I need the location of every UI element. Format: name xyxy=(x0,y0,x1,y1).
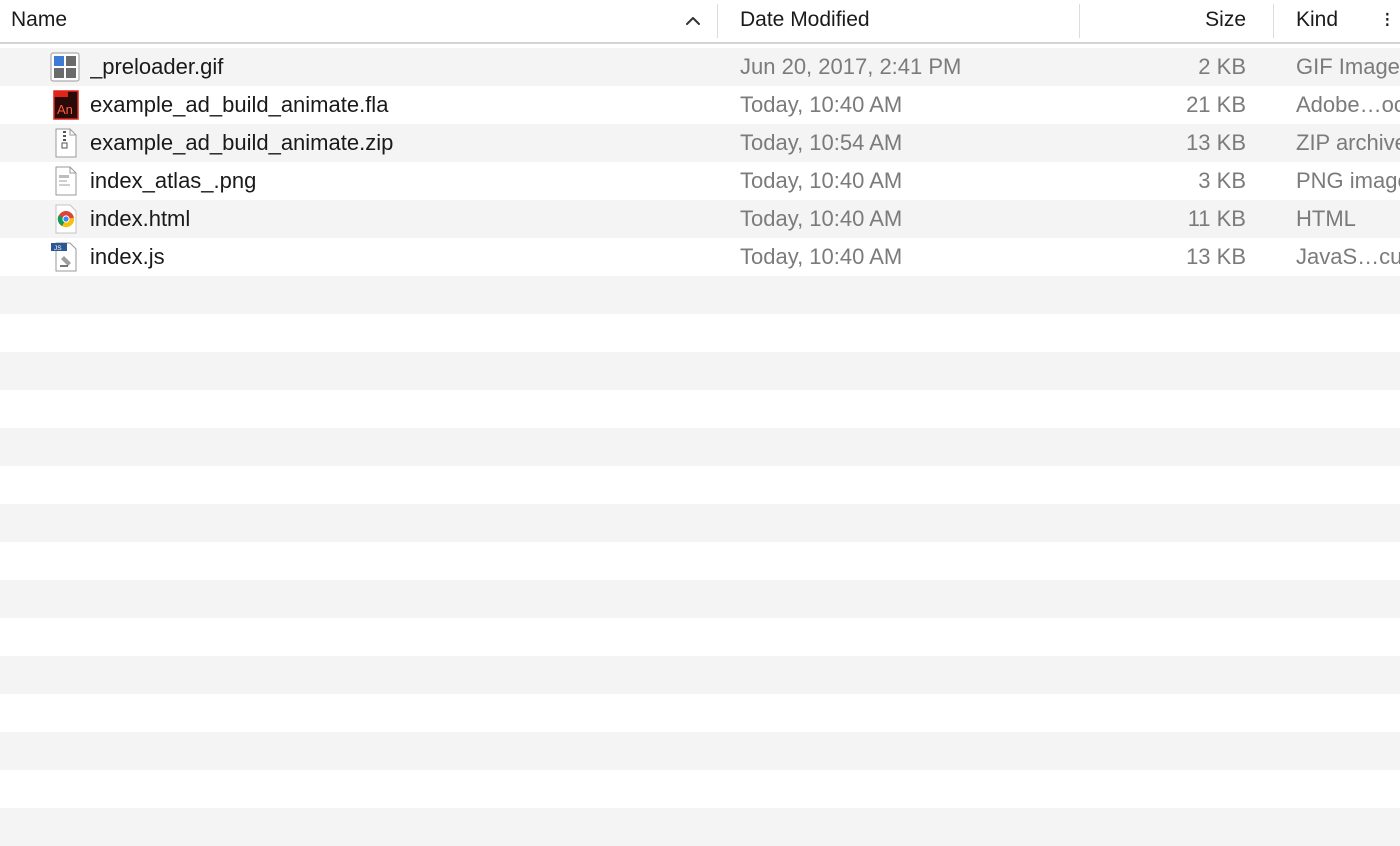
column-divider[interactable] xyxy=(1079,4,1080,38)
empty-row xyxy=(0,504,1400,542)
column-divider[interactable] xyxy=(1273,4,1274,38)
empty-row xyxy=(0,276,1400,314)
file-date-modified: Today, 10:40 AM xyxy=(740,168,903,193)
empty-row xyxy=(0,390,1400,428)
file-kind: JavaS…cument xyxy=(1296,244,1400,269)
column-header-size[interactable]: Size xyxy=(1086,0,1246,42)
empty-row xyxy=(0,352,1400,390)
chrome-html-icon xyxy=(55,204,77,234)
file-row[interactable]: index_atlas_.png Today, 10:40 AM 3 KB PN… xyxy=(0,162,1400,200)
empty-row xyxy=(0,314,1400,352)
file-row[interactable]: _preloader.gif Jun 20, 2017, 2:41 PM 2 K… xyxy=(0,48,1400,86)
file-date-modified: Today, 10:40 AM xyxy=(740,244,903,269)
javascript-file-icon: JS xyxy=(51,242,77,272)
file-date-modified: Today, 10:40 AM xyxy=(740,92,903,117)
empty-row xyxy=(0,542,1400,580)
file-size: 3 KB xyxy=(1198,168,1246,193)
empty-row xyxy=(0,618,1400,656)
empty-row xyxy=(0,808,1400,846)
file-list: _preloader.gif Jun 20, 2017, 2:41 PM 2 K… xyxy=(0,48,1400,846)
file-size: 21 KB xyxy=(1186,92,1246,117)
file-row[interactable]: index.html Today, 10:40 AM 11 KB HTML xyxy=(0,200,1400,238)
empty-row xyxy=(0,580,1400,618)
zip-archive-icon xyxy=(55,128,77,158)
file-name: index.html xyxy=(90,206,191,231)
empty-row xyxy=(0,770,1400,808)
file-name: example_ad_build_animate.fla xyxy=(90,92,389,117)
file-size: 2 KB xyxy=(1198,54,1246,79)
file-date-modified: Today, 10:40 AM xyxy=(740,206,903,231)
column-divider[interactable] xyxy=(717,4,718,38)
png-image-icon xyxy=(55,166,77,196)
svg-text:An: An xyxy=(57,102,73,117)
finder-list-view: Name Date Modified Size Kind ⁝ _preloade… xyxy=(0,0,1400,846)
svg-text:JS: JS xyxy=(54,245,62,252)
column-resize-handle[interactable]: ⁝ xyxy=(1384,8,1391,34)
file-name: example_ad_build_animate.zip xyxy=(90,130,394,155)
chevron-up-icon[interactable] xyxy=(684,12,702,30)
file-kind: ZIP archive xyxy=(1296,130,1400,155)
file-size: 11 KB xyxy=(1187,206,1246,231)
empty-row xyxy=(0,732,1400,770)
file-size: 13 KB xyxy=(1186,130,1246,155)
file-name: index_atlas_.png xyxy=(90,168,257,193)
file-size: 13 KB xyxy=(1186,244,1246,269)
file-date-modified: Jun 20, 2017, 2:41 PM xyxy=(740,54,962,79)
empty-row xyxy=(0,694,1400,732)
file-row[interactable]: JS index.js Today, 10:40 AM 13 KB JavaS…… xyxy=(0,238,1400,276)
file-kind: HTML xyxy=(1296,206,1356,231)
file-kind: Adobe…ocument xyxy=(1296,92,1400,117)
adobe-animate-icon: An xyxy=(53,90,79,120)
file-date-modified: Today, 10:54 AM xyxy=(740,130,903,155)
column-header-name[interactable]: Name xyxy=(11,0,711,42)
file-kind: PNG image xyxy=(1296,168,1400,193)
column-header-bar: Name Date Modified Size Kind ⁝ xyxy=(0,0,1400,44)
empty-row xyxy=(0,428,1400,466)
file-row[interactable]: An example_ad_build_animate.fla Today, 1… xyxy=(0,86,1400,124)
gif-image-icon xyxy=(50,52,80,82)
empty-row xyxy=(0,466,1400,504)
file-name: index.js xyxy=(90,244,165,269)
file-kind: GIF Image xyxy=(1296,54,1400,79)
file-name: _preloader.gif xyxy=(90,54,224,79)
file-row[interactable]: example_ad_build_animate.zip Today, 10:5… xyxy=(0,124,1400,162)
column-header-date-modified[interactable]: Date Modified xyxy=(740,0,1070,42)
empty-row xyxy=(0,656,1400,694)
